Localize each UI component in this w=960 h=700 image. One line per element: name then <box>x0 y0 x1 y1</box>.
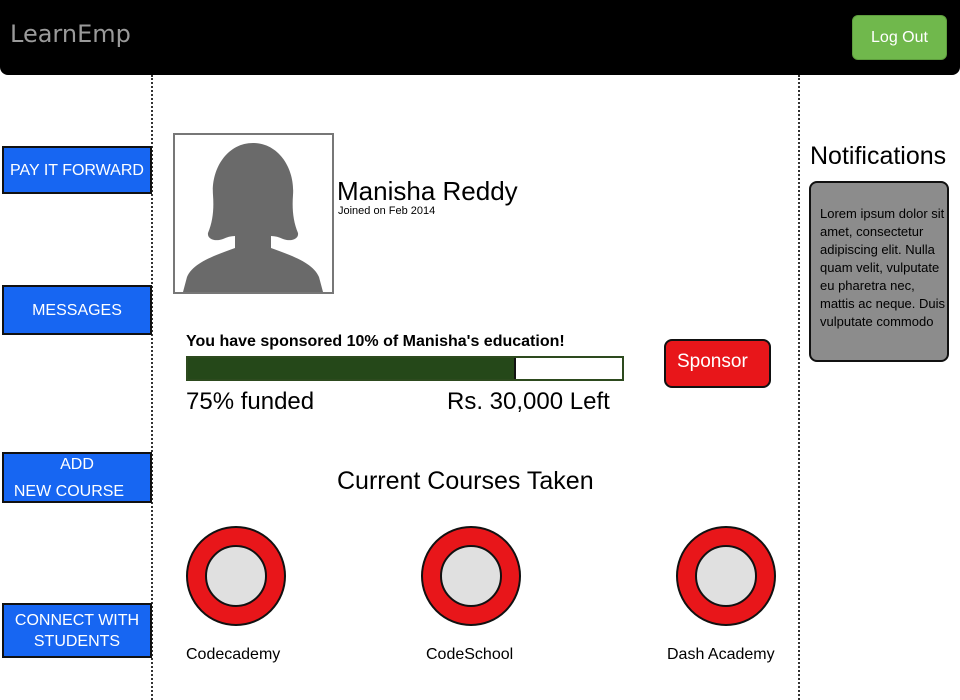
course-progress-ring[interactable] <box>676 526 776 626</box>
sidebar-item-label: NEW COURSE <box>13 482 125 500</box>
funding-progress-bar <box>186 356 624 381</box>
notification-panel[interactable]: Lorem ipsum dolor sit amet, consectetur … <box>809 181 949 362</box>
sponsor-button[interactable]: Sponsor <box>664 339 771 388</box>
funded-label: 75% funded <box>186 388 315 415</box>
amount-left-label: Rs. 30,000 Left <box>447 388 610 415</box>
course-label: Codecademy <box>186 646 281 663</box>
notifications-divider <box>798 75 800 700</box>
sidebar-item-label: PAY IT FORWARD <box>10 161 144 179</box>
funding-progress-fill <box>188 358 516 379</box>
notification-text: Lorem ipsum dolor sit amet, consectetur … <box>820 206 946 329</box>
sidebar-item-label: ADD <box>60 455 94 473</box>
top-bar: LearnEmp Log Out <box>0 0 960 75</box>
sponsorship-message: You have sponsored 10% of Manisha's educ… <box>186 333 565 350</box>
courses-title: Current Courses Taken <box>337 467 594 495</box>
course-progress-ring[interactable] <box>186 526 286 626</box>
sidebar-item-connect-with-students[interactable]: CONNECT WITH STUDENTS <box>2 603 152 658</box>
avatar <box>173 133 334 294</box>
sidebar-item-label: MESSAGES <box>32 301 122 319</box>
person-silhouette-icon <box>183 143 323 292</box>
profile-joined-date: Joined on Feb 2014 <box>338 205 436 217</box>
sidebar-item-messages[interactable]: MESSAGES <box>2 285 152 335</box>
course-label: CodeSchool <box>426 646 514 663</box>
sidebar-item-label: STUDENTS <box>33 632 121 650</box>
notifications-title: Notifications <box>810 142 947 170</box>
course-progress-ring[interactable] <box>421 526 521 626</box>
app-title: LearnEmp <box>10 20 131 48</box>
sidebar-item-pay-it-forward[interactable]: PAY IT FORWARD <box>2 146 152 194</box>
sidebar-item-label: CONNECT WITH <box>14 611 140 629</box>
logout-button[interactable]: Log Out <box>852 15 947 60</box>
profile-name: Manisha Reddy <box>337 176 518 206</box>
course-label: Dash Academy <box>667 646 775 663</box>
sidebar-item-add-new-course[interactable]: ADD NEW COURSE <box>2 452 152 503</box>
